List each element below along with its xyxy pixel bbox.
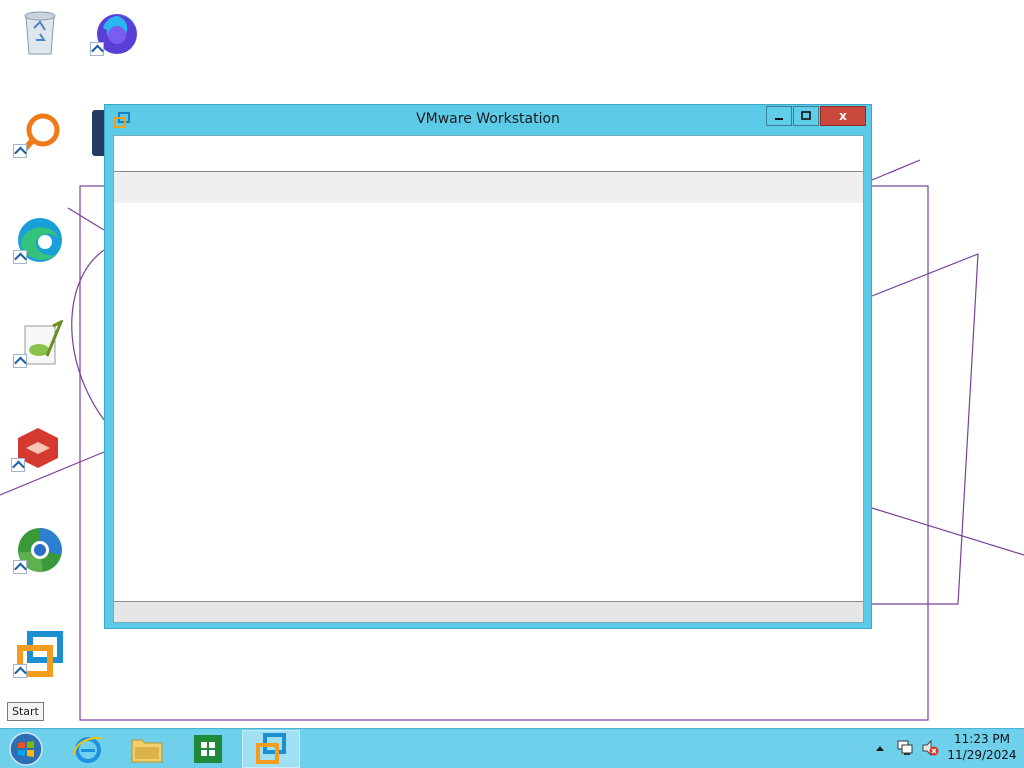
recycle-bin-icon[interactable]	[10, 2, 70, 62]
red-box-app-icon[interactable]	[8, 418, 68, 478]
shortcut-arrow-icon	[90, 42, 104, 56]
taskbar-file-explorer[interactable]	[120, 730, 174, 768]
search-magnifier-app-icon[interactable]	[10, 104, 70, 164]
close-button[interactable]: x	[820, 106, 866, 126]
toolbar-area	[114, 136, 863, 171]
close-icon: x	[839, 109, 847, 123]
notepad-plus-plus-icon[interactable]	[10, 314, 70, 374]
shortcut-arrow-icon	[13, 560, 27, 574]
system-clock[interactable]: 11:23 PM 11/29/2024	[946, 732, 1018, 764]
vmware-workstation-icon[interactable]	[10, 624, 70, 684]
vmware-icon	[256, 733, 286, 764]
vmware-window: VMware Workstation x	[104, 104, 872, 629]
window-titlebar[interactable]: VMware Workstation x	[105, 105, 871, 135]
minimize-icon	[775, 118, 783, 120]
shortcut-arrow-icon	[13, 144, 27, 158]
main-content-area[interactable]	[114, 203, 863, 601]
start-tooltip: Start	[7, 702, 44, 721]
maximize-icon	[801, 111, 811, 120]
store-icon	[194, 735, 222, 763]
clock-time: 11:23 PM	[954, 732, 1010, 746]
taskbar-store[interactable]	[181, 730, 235, 768]
shortcut-arrow-icon	[13, 664, 27, 678]
network-icon[interactable]	[896, 739, 914, 757]
minimize-button[interactable]	[766, 106, 792, 126]
chrome-style-browser-icon[interactable]	[10, 520, 70, 580]
status-bar	[114, 602, 863, 622]
firefox-icon[interactable]	[87, 2, 147, 62]
shortcut-arrow-icon	[11, 458, 25, 472]
edge-icon[interactable]	[10, 210, 70, 270]
taskbar-internet-explorer[interactable]	[61, 730, 115, 768]
tab-strip[interactable]	[114, 172, 863, 203]
taskbar: 11:23 PM 11/29/2024	[0, 728, 1024, 768]
windows-orb-icon	[9, 732, 43, 766]
show-hidden-icons-icon[interactable]	[875, 742, 885, 754]
start-button[interactable]	[0, 730, 52, 768]
shortcut-arrow-icon	[13, 354, 27, 368]
volume-muted-icon[interactable]	[921, 739, 939, 757]
internet-explorer-icon	[73, 737, 103, 763]
folder-icon	[131, 739, 163, 763]
window-title: VMware Workstation	[416, 111, 560, 127]
maximize-button[interactable]	[793, 106, 819, 126]
window-client-area[interactable]	[113, 135, 864, 623]
taskbar-vmware-workstation[interactable]	[242, 730, 300, 768]
clock-date: 11/29/2024	[947, 748, 1017, 762]
shortcut-arrow-icon	[13, 250, 27, 264]
